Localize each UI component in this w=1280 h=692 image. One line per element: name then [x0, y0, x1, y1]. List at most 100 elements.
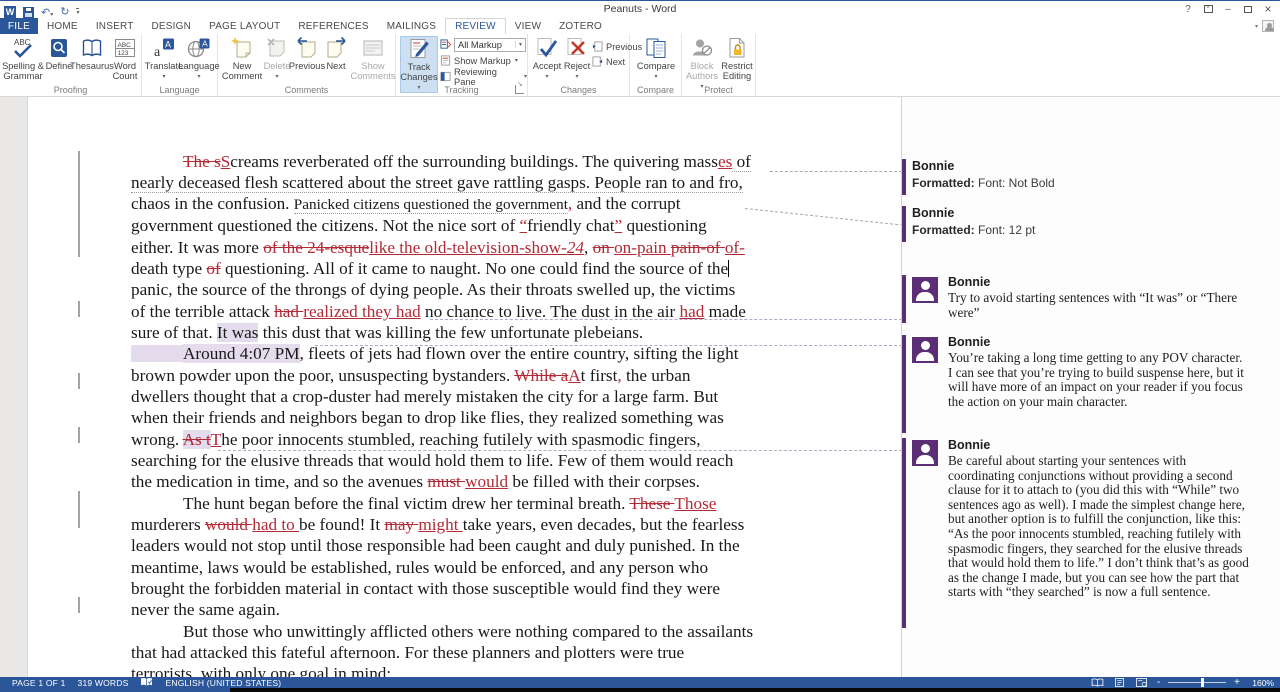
document-paragraph[interactable]: Around 4:07 PM, fleets of jets had flown… — [131, 343, 831, 492]
text-run: t first — [581, 366, 618, 385]
text-run: of — [732, 152, 751, 172]
text-run: sure of that. — [131, 323, 217, 342]
tab-design[interactable]: DESIGN — [143, 18, 201, 34]
document-margin-strip — [0, 97, 28, 677]
tab-insert[interactable]: INSERT — [87, 18, 143, 34]
spelling-grammar-button[interactable]: ABC Spelling & Grammar — [2, 36, 44, 81]
status-bar: PAGE 1 OF 1 319 WORDS ENGLISH (UNITED ST… — [0, 677, 1280, 688]
text-run: that had attacked this fateful afternoon… — [131, 643, 684, 662]
web-layout-view-button[interactable] — [1135, 678, 1148, 687]
tab-review[interactable]: REVIEW — [445, 18, 506, 34]
text-run: friendly chat — [527, 216, 614, 235]
zoom-slider[interactable] — [1168, 682, 1226, 683]
group-tracking: Track Changes ▾ All Markup▾ Show Markup▾ — [396, 34, 528, 96]
delete-comment-button[interactable]: Delete ▾ — [263, 36, 291, 82]
text-run: made — [704, 302, 746, 321]
help-button[interactable]: ? — [1178, 1, 1198, 17]
comment-connector-line — [770, 171, 902, 172]
new-comment-button[interactable]: New Comment — [224, 36, 260, 81]
define-button[interactable]: Define — [46, 36, 72, 71]
zoom-slider-thumb[interactable] — [1201, 678, 1204, 687]
text-run: chaos in the confusion. — [131, 194, 294, 213]
text-run: either. It was more — [131, 238, 263, 257]
print-layout-view-button[interactable] — [1113, 678, 1126, 687]
language-indicator[interactable]: ENGLISH (UNITED STATES) — [165, 678, 281, 688]
text-run: never the same again. — [131, 600, 280, 619]
show-comments-button[interactable]: Show Comments — [352, 36, 394, 81]
display-for-review-select[interactable]: All Markup▾ — [454, 38, 526, 52]
zoom-out-button[interactable]: - — [1157, 678, 1160, 687]
thesaurus-button[interactable]: Thesaurus — [73, 36, 111, 71]
text-run: might — [418, 515, 462, 534]
next-comment-button[interactable]: Next — [323, 36, 349, 71]
accept-button[interactable]: Accept ▾ — [532, 36, 562, 82]
text-run: The hunt began before the final victim d… — [183, 494, 629, 513]
text-run: pain-of — [671, 238, 725, 257]
tab-view[interactable]: VIEW — [506, 18, 550, 34]
tab-home[interactable]: HOME — [38, 18, 87, 34]
minimize-button[interactable]: – — [1218, 1, 1238, 17]
text-run: when their friends and neighbors began t… — [131, 408, 724, 427]
group-label-changes: Changes — [528, 85, 629, 95]
text-run: like the old-television-show- — [369, 238, 567, 257]
reviewer-name: Bonnie — [912, 159, 1274, 173]
show-markup-button[interactable]: Show Markup▾ — [440, 54, 518, 67]
group-language: aA Translate ▾ A Language ▾ Language — [142, 34, 218, 96]
text-run: searching for the elusive threads that w… — [131, 451, 733, 470]
ribbon-display-options-button[interactable]: ^ — [1198, 1, 1218, 17]
translate-button[interactable]: aA Translate ▾ — [148, 36, 180, 82]
previous-comment-button[interactable]: Previous — [292, 36, 322, 71]
document-page[interactable]: The sScreams reverberated off the surrou… — [28, 97, 901, 677]
language-button[interactable]: A Language ▾ — [183, 36, 215, 82]
comment-balloon[interactable]: BonnieTry to avoid starting sentences wi… — [902, 275, 1274, 320]
text-run: this dust that was killing the few unfor… — [258, 323, 643, 342]
group-changes: Accept ▾ Reject ▾ Previous Next — [528, 34, 630, 96]
text-run: leaders would not stop until those respo… — [131, 536, 740, 555]
highlighted-indent — [131, 345, 183, 362]
block-authors-button[interactable]: Block Authors ▾ — [685, 36, 719, 92]
zoom-percentage[interactable]: 160% — [1240, 678, 1274, 688]
user-avatar-icon — [1262, 20, 1274, 32]
compare-documents-icon — [644, 36, 668, 60]
text-run: he poor innocents stumbled, reaching fut… — [221, 430, 700, 449]
tab-page-layout[interactable]: PAGE LAYOUT — [200, 18, 289, 34]
word-count-indicator[interactable]: 319 WORDS — [78, 678, 129, 688]
close-button[interactable]: × — [1258, 1, 1278, 17]
tab-zotero[interactable]: ZOTERO — [550, 18, 611, 34]
reviewer-color-bar — [902, 438, 906, 628]
document-paragraph[interactable]: But those who unwittingly afflicted othe… — [131, 621, 831, 677]
bottom-edge — [0, 688, 1280, 692]
document-text[interactable]: The sScreams reverberated off the surrou… — [131, 151, 831, 678]
tab-file[interactable]: FILE — [0, 18, 38, 34]
tab-references[interactable]: REFERENCES — [289, 18, 377, 34]
text-run: be found! It — [299, 515, 384, 534]
document-paragraph[interactable]: The hunt began before the final victim d… — [131, 493, 831, 621]
word-count-button[interactable]: ABC123 Word Count — [110, 36, 140, 81]
account-area[interactable]: ▾ — [1255, 20, 1274, 32]
group-proofing: ABC Spelling & Grammar Define Thesaurus … — [0, 34, 142, 96]
restore-button[interactable] — [1238, 1, 1258, 17]
changed-line-bar — [78, 151, 80, 257]
show-markup-icon — [440, 55, 451, 66]
reviewing-pane-button[interactable]: Reviewing Pane▾ — [440, 70, 527, 83]
previous-change-icon — [592, 41, 603, 52]
text-run: dwellers thought that a crop-duster had … — [131, 387, 718, 406]
tracked-change-balloon[interactable]: BonnieFormatted: Font: 12 pt — [902, 206, 1274, 237]
tab-mailings[interactable]: MAILINGS — [378, 18, 445, 34]
read-mode-view-button[interactable] — [1091, 678, 1104, 687]
changed-line-bar — [78, 427, 80, 443]
comment-balloon[interactable]: BonnieYou’re taking a long time getting … — [902, 335, 1274, 409]
restrict-editing-button[interactable]: Restrict Editing — [720, 36, 754, 81]
group-label-comments: Comments — [218, 85, 395, 95]
tracked-change-balloon[interactable]: BonnieFormatted: Font: Not Bold — [902, 159, 1274, 190]
reviewer-color-bar — [902, 159, 906, 195]
reject-button[interactable]: Reject ▾ — [563, 36, 591, 82]
reviewer-avatar-icon — [912, 440, 938, 466]
next-change-button[interactable]: Next — [592, 55, 625, 68]
proofing-status-icon[interactable] — [140, 677, 153, 689]
comment-balloon[interactable]: BonnieBe careful about starting your sen… — [902, 438, 1274, 600]
word-count-icon: ABC123 — [113, 36, 137, 60]
compare-button[interactable]: Compare ▾ — [636, 36, 676, 82]
page-indicator[interactable]: PAGE 1 OF 1 — [12, 678, 66, 688]
document-paragraph[interactable]: The sScreams reverberated off the surrou… — [131, 151, 831, 344]
